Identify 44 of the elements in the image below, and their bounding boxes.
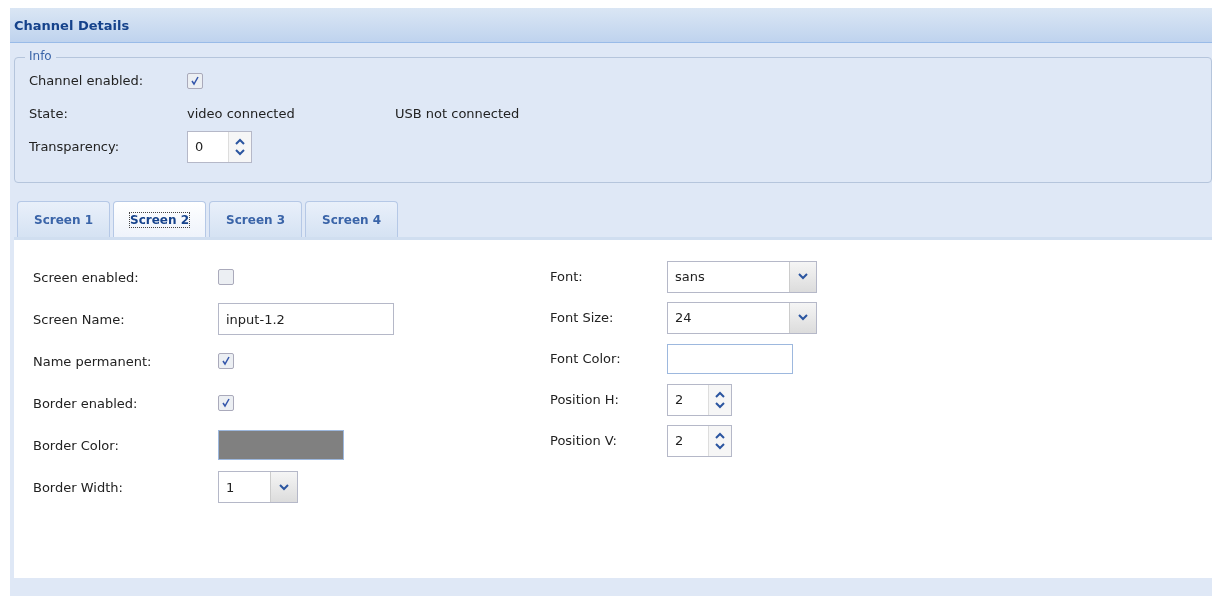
field-label: Border Width: <box>33 479 124 495</box>
field-label: Border Color: <box>33 437 120 453</box>
color-field[interactable] <box>218 430 344 460</box>
field-label: State: <box>29 106 69 121</box>
field-label: Position H: <box>550 392 620 407</box>
spinner-field[interactable]: 2 <box>667 383 732 416</box>
checkmark-icon <box>221 398 231 408</box>
field-label: Screen enabled: <box>33 269 140 285</box>
color-field[interactable] <box>667 343 793 374</box>
spinner-field[interactable]: 0 <box>187 130 252 163</box>
field-label: Channel enabled: <box>29 73 145 88</box>
field-label: Font Color: <box>550 351 622 366</box>
state-value: USB not connected <box>395 106 520 121</box>
field-label: Position V: <box>550 433 618 448</box>
spinner-arrows-icon <box>714 389 726 410</box>
tab[interactable]: Screen 3 <box>209 201 303 237</box>
tab[interactable]: Screen 4 <box>305 201 399 237</box>
field-label: Border enabled: <box>33 395 139 411</box>
field-label: Screen Name: <box>33 311 126 327</box>
tab[interactable]: Screen 1 <box>17 201 111 237</box>
field-label: Font: <box>550 269 584 284</box>
field-label: Transparency: <box>29 139 121 154</box>
text-field[interactable]: input-1.2 <box>218 303 394 335</box>
spinner-arrows-icon <box>234 136 246 157</box>
chevron-down-icon <box>279 483 289 491</box>
checkmark-icon <box>221 356 231 366</box>
checkbox[interactable] <box>218 269 234 285</box>
dropdown[interactable]: 1 <box>218 471 298 503</box>
checkbox[interactable] <box>218 395 234 411</box>
checkmark-icon <box>190 75 200 86</box>
dropdown[interactable]: 24 <box>667 301 817 334</box>
spinner-field[interactable]: 2 <box>667 424 732 457</box>
checkbox[interactable] <box>187 72 203 89</box>
chevron-down-icon <box>798 273 808 280</box>
tab[interactable]: Screen 2 <box>113 201 207 237</box>
spinner-arrows-icon <box>714 430 726 451</box>
chevron-down-icon <box>798 314 808 321</box>
field-label: Name permanent: <box>33 353 153 369</box>
state-value: video connected <box>187 106 296 121</box>
panel-title: Channel Details <box>10 8 1212 43</box>
fieldset-legend: Info <box>25 49 56 63</box>
dropdown[interactable]: sans <box>667 260 817 293</box>
checkbox[interactable] <box>218 353 234 369</box>
field-label: Font Size: <box>550 310 615 325</box>
